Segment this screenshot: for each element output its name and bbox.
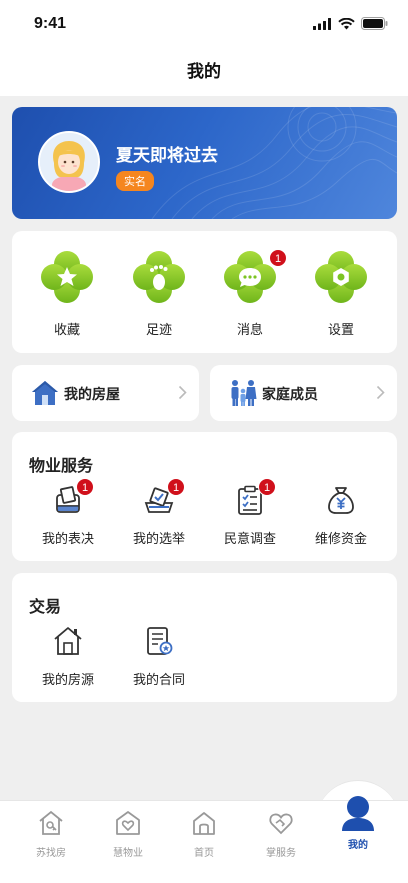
settings-label: 设置 xyxy=(327,323,354,338)
my-listings-button[interactable]: 我的房源 xyxy=(28,625,108,688)
tab-home[interactable]: 首页 xyxy=(169,809,239,859)
tab-mine[interactable]: 我的 xyxy=(323,793,393,851)
chevron-right-icon xyxy=(178,385,187,400)
tab-home-label: 首页 xyxy=(194,848,214,859)
tab-smart-property[interactable]: 慧物业 xyxy=(93,809,163,859)
my-house-label: 我的房屋 xyxy=(64,387,120,403)
verified-badge: 实名 xyxy=(116,171,154,191)
signal-icon xyxy=(313,17,331,30)
tab-find-house-label: 苏找房 xyxy=(36,848,66,859)
my-votes-button[interactable]: 1 我的表决 xyxy=(28,478,108,547)
my-elections-button[interactable]: 1 我的选举 xyxy=(119,478,199,547)
my-listings-label: 我的房源 xyxy=(41,673,94,688)
house-icon xyxy=(32,381,58,405)
battery-icon xyxy=(361,17,388,30)
avatar-girl-icon xyxy=(40,133,98,191)
user-icon xyxy=(342,796,374,831)
messages-label: 消息 xyxy=(236,323,263,338)
username: 夏天即将过去 xyxy=(116,146,218,166)
quick-actions-card: 收藏 足迹 1 消息 设置 xyxy=(12,231,397,353)
maintenance-fund-button[interactable]: 维修资金 xyxy=(301,484,381,547)
family-members-card[interactable]: 家庭成员 xyxy=(210,365,397,421)
property-services-card: 物业服务 1 我的表决 1 我的选举 1 民意调查 维修资金 xyxy=(12,432,397,561)
opinion-survey-label: 民意调查 xyxy=(223,532,276,547)
contract-icon xyxy=(147,627,173,655)
my-house-card[interactable]: 我的房屋 xyxy=(12,365,199,421)
profile-card[interactable]: 夏天即将过去 实名 xyxy=(12,107,397,219)
my-contracts-label: 我的合同 xyxy=(132,673,185,688)
wifi-icon xyxy=(338,17,355,29)
opinion-survey-badge: 1 xyxy=(258,478,276,496)
favorites-label: 收藏 xyxy=(53,323,80,338)
trade-card: 交易 我的房源 我的合同 xyxy=(12,573,397,702)
status-icons xyxy=(313,17,388,30)
status-time: 9:41 xyxy=(34,15,67,32)
my-elections-badge: 1 xyxy=(167,478,185,496)
nav-bar: 我的 xyxy=(0,50,408,96)
tab-bar: 苏找房 慧物业 首页 掌服务 我的 xyxy=(0,796,408,883)
home-icon xyxy=(193,812,215,835)
opinion-survey-button[interactable]: 1 民意调查 xyxy=(210,478,290,547)
favorites-button[interactable]: 收藏 xyxy=(32,251,102,338)
footprints-label: 足迹 xyxy=(145,323,172,338)
page-title: 我的 xyxy=(187,62,221,82)
messages-badge: 1 xyxy=(269,249,287,267)
maintenance-fund-label: 维修资金 xyxy=(314,532,367,547)
house-heart-icon xyxy=(116,811,140,835)
property-services-title: 物业服务 xyxy=(29,456,94,475)
trade-title: 交易 xyxy=(29,597,62,616)
family-icon xyxy=(231,380,257,406)
footprints-button[interactable]: 足迹 xyxy=(124,251,194,338)
tab-services-label: 掌服务 xyxy=(266,848,296,859)
status-bar: 9:41 xyxy=(0,0,408,50)
settings-icon xyxy=(315,251,367,303)
my-votes-label: 我的表决 xyxy=(41,532,94,547)
footprint-icon xyxy=(133,251,185,303)
heart-handshake-icon xyxy=(269,813,293,835)
house-outline-icon xyxy=(54,627,82,655)
my-elections-label: 我的选举 xyxy=(132,532,185,547)
chevron-right-icon xyxy=(376,385,385,400)
settings-button[interactable]: 设置 xyxy=(306,251,376,338)
avatar[interactable] xyxy=(38,131,100,193)
tab-services[interactable]: 掌服务 xyxy=(246,809,316,859)
star-icon xyxy=(41,251,93,303)
tab-smart-property-label: 慧物业 xyxy=(113,848,143,859)
tab-find-house[interactable]: 苏找房 xyxy=(16,809,86,859)
money-bag-icon xyxy=(328,487,354,514)
family-members-label: 家庭成员 xyxy=(262,387,318,403)
my-votes-badge: 1 xyxy=(76,478,94,496)
messages-button[interactable]: 1 消息 xyxy=(215,249,287,338)
house-key-icon xyxy=(39,810,63,835)
my-contracts-button[interactable]: 我的合同 xyxy=(119,625,199,688)
tab-mine-label: 我的 xyxy=(348,840,368,851)
